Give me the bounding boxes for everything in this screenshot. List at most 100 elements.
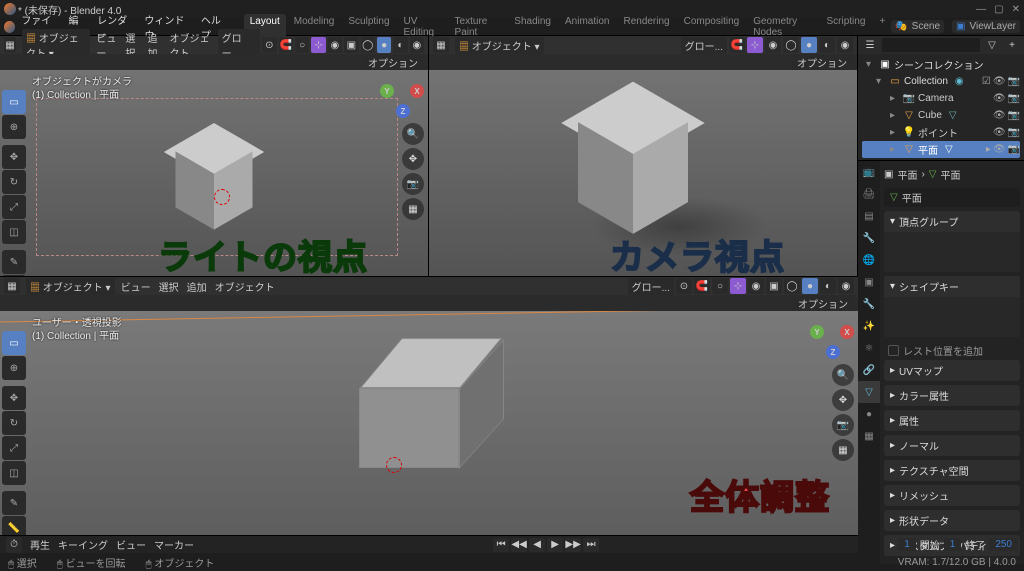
editor-type-icon[interactable]: ▦ bbox=[433, 37, 449, 53]
shade-matprev-icon[interactable]: ◐ bbox=[820, 278, 836, 294]
options-button[interactable]: オプション bbox=[362, 54, 424, 71]
panel-texspace[interactable]: ▸テクスチャ空間 bbox=[884, 460, 1020, 481]
pivot-icon[interactable]: ⊙ bbox=[676, 278, 692, 294]
tool-cursor[interactable]: ⊕ bbox=[2, 356, 26, 380]
options-button[interactable]: オプション bbox=[792, 295, 854, 312]
close-button[interactable]: ✕ bbox=[1012, 4, 1020, 15]
editor-type-icon[interactable]: ▦ bbox=[4, 37, 16, 53]
panel-color-attr[interactable]: ▸カラー属性 bbox=[884, 385, 1020, 406]
gizmo-icon[interactable]: ⊹ bbox=[747, 37, 763, 53]
rest-position-checkbox[interactable]: レスト位置を追加 bbox=[884, 341, 1020, 360]
tl-menu-view[interactable]: ビュー bbox=[116, 537, 146, 552]
shade-solid-icon[interactable]: ● bbox=[801, 37, 817, 53]
tool-measure[interactable]: 📏 bbox=[2, 275, 26, 276]
vp-menu-add[interactable]: 追加 bbox=[187, 279, 207, 294]
tl-menu-marker[interactable]: マーカー bbox=[154, 537, 194, 552]
jump-start-icon[interactable]: ⏮ bbox=[493, 538, 509, 552]
ptab-output[interactable]: 🖨 bbox=[858, 183, 880, 205]
options-button[interactable]: オプション bbox=[791, 54, 853, 71]
xray-icon[interactable]: ▣ bbox=[344, 37, 358, 53]
ptab-particle[interactable]: ✨ bbox=[858, 315, 880, 337]
tool-rotate[interactable]: ↻ bbox=[2, 170, 26, 194]
proportional-icon[interactable]: ○ bbox=[295, 37, 309, 53]
tool-select[interactable]: ▭ bbox=[2, 90, 26, 114]
panel-attributes[interactable]: ▸属性 bbox=[884, 410, 1020, 431]
shade-render-icon[interactable]: ◉ bbox=[837, 37, 853, 53]
panel-remesh[interactable]: ▸リメッシュ bbox=[884, 485, 1020, 506]
timeline-type-icon[interactable]: ⏱ bbox=[6, 537, 22, 553]
ptab-object[interactable]: ▣ bbox=[858, 271, 880, 293]
tool-transform[interactable]: ◫ bbox=[2, 461, 26, 485]
ptab-render[interactable]: 📺 bbox=[858, 161, 880, 183]
ptab-physics[interactable]: ⚛ bbox=[858, 337, 880, 359]
tool-move[interactable]: ✥ bbox=[2, 145, 26, 169]
ptab-world[interactable]: 🌐 bbox=[858, 249, 880, 271]
tool-scale[interactable]: ⤢ bbox=[2, 436, 26, 460]
tool-rotate[interactable]: ↻ bbox=[2, 411, 26, 435]
proportional-icon[interactable]: ○ bbox=[712, 278, 728, 294]
perspective-icon[interactable]: ▦ bbox=[832, 439, 854, 461]
tool-transform[interactable]: ◫ bbox=[2, 220, 26, 244]
play-rev-icon[interactable]: ◀ bbox=[529, 538, 545, 552]
mode-select[interactable]: ▦ オブジェクト ▾ bbox=[26, 278, 115, 295]
end-frame[interactable]: 250 bbox=[989, 538, 1018, 551]
play-icon[interactable]: ▶ bbox=[547, 538, 563, 552]
panel-normals[interactable]: ▸ノーマル bbox=[884, 435, 1020, 456]
ptab-modifier[interactable]: 🔧 bbox=[858, 293, 880, 315]
perspective-icon[interactable]: ▦ bbox=[402, 198, 424, 220]
zoom-icon[interactable]: 🔍 bbox=[832, 364, 854, 386]
tl-menu-play[interactable]: 再生 bbox=[30, 537, 50, 552]
tl-menu-keying[interactable]: キーイング bbox=[58, 537, 108, 552]
panel-geodata[interactable]: ▸形状データ bbox=[884, 510, 1020, 531]
gizmo-icon[interactable]: ⊹ bbox=[311, 37, 325, 53]
maximize-button[interactable]: ▢ bbox=[994, 4, 1003, 15]
tool-measure[interactable]: 📏 bbox=[2, 516, 26, 535]
item-light[interactable]: ▸💡ポイント 👁📷 bbox=[862, 124, 1020, 141]
overlay-icon[interactable]: ◉ bbox=[748, 278, 764, 294]
vp-menu-object[interactable]: オブジェクト bbox=[215, 279, 275, 294]
tool-scale[interactable]: ⤢ bbox=[2, 195, 26, 219]
scene-collection-row[interactable]: ▾▣シーンコレクション bbox=[862, 56, 1020, 73]
camera-icon[interactable]: 📷 bbox=[402, 173, 424, 195]
next-key-icon[interactable]: ▶▶ bbox=[565, 538, 581, 552]
ptab-viewlayer[interactable]: ▤ bbox=[858, 205, 880, 227]
object-name-field[interactable]: ▽平面 bbox=[884, 188, 1020, 207]
shade-solid-icon[interactable]: ● bbox=[802, 278, 818, 294]
snap-icon[interactable]: 🧲 bbox=[279, 37, 293, 53]
ptab-scene[interactable]: 🔧 bbox=[858, 227, 880, 249]
current-frame[interactable]: 1 bbox=[898, 538, 916, 551]
vp-menu-select[interactable]: 選択 bbox=[159, 279, 179, 294]
shade-wire-icon[interactable]: ◯ bbox=[783, 37, 799, 53]
snap-icon[interactable]: 🧲 bbox=[694, 278, 710, 294]
axis-gizmo[interactable]: XYZ bbox=[810, 317, 854, 361]
shade-render-icon[interactable]: ◉ bbox=[838, 278, 854, 294]
tool-select[interactable]: ▭ bbox=[2, 331, 26, 355]
mode-select[interactable]: ▦ オブジェクト ▾ bbox=[455, 37, 544, 54]
tool-cursor[interactable]: ⊕ bbox=[2, 115, 26, 139]
shade-wire-icon[interactable]: ◯ bbox=[784, 278, 800, 294]
filter-icon[interactable]: ▽ bbox=[984, 37, 1000, 53]
prev-key-icon[interactable]: ◀◀ bbox=[511, 538, 527, 552]
shade-render-icon[interactable]: ◉ bbox=[410, 37, 424, 53]
scene-selector[interactable]: 🎭Scene bbox=[891, 20, 944, 33]
overlay-icon[interactable]: ◉ bbox=[765, 37, 781, 53]
shade-matprev-icon[interactable]: ◐ bbox=[819, 37, 835, 53]
orientation-select[interactable]: グロー... bbox=[628, 278, 674, 295]
ptab-material[interactable]: ● bbox=[858, 403, 880, 425]
camera-icon[interactable]: 📷 bbox=[832, 414, 854, 436]
tool-move[interactable]: ✥ bbox=[2, 386, 26, 410]
tool-annotate[interactable]: ✎ bbox=[2, 491, 26, 515]
outliner-type-icon[interactable]: ☰ bbox=[862, 37, 878, 53]
shade-wire-icon[interactable]: ◯ bbox=[361, 37, 375, 53]
pivot-icon[interactable]: ⊙ bbox=[262, 37, 276, 53]
shade-solid-icon[interactable]: ● bbox=[377, 37, 391, 53]
orientation-select[interactable]: グロー... bbox=[681, 37, 727, 54]
minimize-button[interactable]: — bbox=[976, 4, 986, 15]
collection-row[interactable]: ▾▭Collection ◉ ☑👁📷 bbox=[862, 73, 1020, 90]
panel-uvmap[interactable]: ▸UVマップ bbox=[884, 360, 1020, 381]
item-cube[interactable]: ▸▽Cube ▽ 👁📷 bbox=[862, 107, 1020, 124]
outliner-search[interactable] bbox=[882, 38, 980, 52]
jump-end-icon[interactable]: ⏭ bbox=[583, 538, 599, 552]
item-plane[interactable]: ▸▽平面 ▽ ▸👁📷 bbox=[862, 141, 1020, 158]
xray-icon[interactable]: ▣ bbox=[766, 278, 782, 294]
